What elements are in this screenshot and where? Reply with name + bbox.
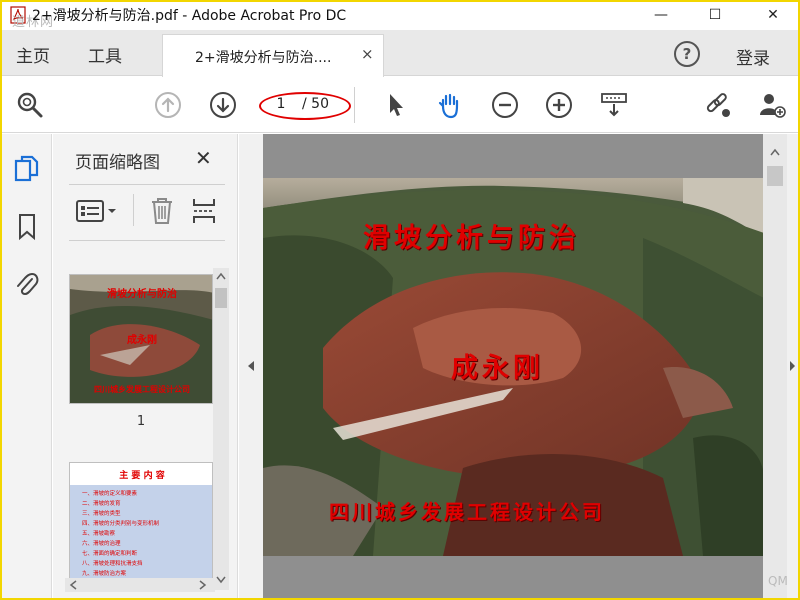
close-tab-button[interactable]: × <box>361 45 374 63</box>
thumbnail-1-image: 滑坡分析与防治 成永刚 四川城乡发展工程设计公司 <box>70 275 212 403</box>
svg-text:滑坡分析与防治: 滑坡分析与防治 <box>107 287 177 300</box>
page-thumbnails-icon[interactable] <box>13 154 41 184</box>
insert-page-icon[interactable] <box>191 196 217 226</box>
toolbar-divider <box>354 87 355 123</box>
tab-bar: 主页 工具 2+滑坡分析与防治.... × ? 登录 <box>2 30 798 77</box>
thumbnail-2-item: 七、滑面的确定和判断 <box>82 549 138 557</box>
thumbnail-1-number: 1 <box>136 414 146 429</box>
close-panel-button[interactable]: ✕ <box>195 146 212 170</box>
scroll-left-arrow-icon[interactable] <box>69 580 77 590</box>
panel-title: 页面缩略图 <box>75 153 160 173</box>
doc-scroll-up-icon[interactable] <box>770 148 780 156</box>
sign-in-button[interactable]: 登录 <box>736 44 770 69</box>
tools-tab[interactable]: 工具 <box>88 42 122 67</box>
slide-company: 四川城乡发展工程设计公司 <box>329 500 605 524</box>
current-page-input[interactable]: 1 <box>264 96 298 112</box>
scroll-up-arrow-icon[interactable] <box>216 272 226 280</box>
document-view[interactable]: 滑坡分析与防治 成永刚 四川城乡发展工程设计公司 <box>239 134 798 598</box>
thumbnail-2-item: 二、滑坡的发育 <box>82 499 121 507</box>
share-link-icon[interactable] <box>704 91 732 119</box>
panel-divider <box>69 184 225 185</box>
slide-author: 成永刚 <box>451 353 544 384</box>
left-rail <box>2 134 52 598</box>
attachments-icon[interactable] <box>13 270 41 300</box>
bookmarks-icon[interactable] <box>13 212 41 242</box>
document-tab[interactable]: 2+滑坡分析与防治.... × <box>162 34 384 77</box>
thumbnail-horizontal-scrollbar[interactable] <box>65 578 215 592</box>
svg-text:成永刚: 成永刚 <box>127 333 157 346</box>
thumbnail-2-item: 八、滑坡处理和抗滑支挡 <box>82 559 143 567</box>
thumbnail-2-item: 五、滑坡勘察 <box>82 529 116 537</box>
expand-right-arrow-icon[interactable] <box>789 360 796 372</box>
panel-toolbar-divider <box>133 194 134 226</box>
document-scrollbar[interactable] <box>763 134 787 598</box>
app-window: 道林网 2+滑坡分析与防治.pdf - Adobe Acrobat Pro DC… <box>0 0 800 600</box>
help-icon[interactable]: ? <box>674 41 700 67</box>
minimize-button[interactable]: — <box>638 2 684 28</box>
page-thumbnails-panel: 页面缩略图 ✕ 滑坡分析与防治 成永刚 四川城乡发展工程设计公司 1 主 要 内… <box>53 134 238 598</box>
thumbnail-2-item: 四、滑坡的分类判别与变形机制 <box>82 519 160 527</box>
total-pages: / 50 <box>302 96 329 112</box>
document-tab-label: 2+滑坡分析与防治.... <box>195 50 332 66</box>
maximize-button[interactable]: ☐ <box>692 2 738 28</box>
thumbnail-2-item: 一、滑坡的定义和要素 <box>82 489 138 497</box>
slide-title: 滑坡分析与防治 <box>363 223 580 254</box>
title-bar: 道林网 2+滑坡分析与防治.pdf - Adobe Acrobat Pro DC… <box>2 2 798 30</box>
add-user-icon[interactable] <box>758 91 786 119</box>
pdf-page-1[interactable]: 滑坡分析与防治 成永刚 四川城乡发展工程设计公司 <box>263 178 764 556</box>
zoom-out-icon[interactable] <box>491 91 519 119</box>
svg-text:四川城乡发展工程设计公司: 四川城乡发展工程设计公司 <box>94 384 190 394</box>
thumbnail-options-icon[interactable] <box>75 198 119 224</box>
thumbnail-scrollbar[interactable] <box>213 268 229 590</box>
hand-tool-icon[interactable] <box>436 91 464 119</box>
panel-divider <box>69 240 225 241</box>
page-up-icon[interactable] <box>154 91 182 119</box>
thumbnail-scrollbar-thumb[interactable] <box>215 288 227 308</box>
collapse-left-panel-strip[interactable] <box>239 134 263 598</box>
toolbar: 1 / 50 <box>2 77 798 133</box>
home-tab[interactable]: 主页 <box>16 42 50 67</box>
scroll-right-arrow-icon[interactable] <box>199 580 207 590</box>
thumbnail-2-item: 三、滑坡的类型 <box>82 509 121 517</box>
scroll-down-arrow-icon[interactable] <box>216 576 226 584</box>
page-down-icon[interactable] <box>209 91 237 119</box>
thumbnail-2-item: 九、滑坡防治方案 <box>82 569 127 577</box>
close-window-button[interactable]: ✕ <box>750 2 796 28</box>
thumbnail-2-heading: 主 要 内 容 <box>119 469 164 481</box>
page-thumbnail-2[interactable]: 主 要 内 容 一、滑坡的定义和要素 二、滑坡的发育 三、滑坡的类型四、滑坡的分类判… <box>69 462 213 584</box>
zoom-in-icon[interactable] <box>545 91 573 119</box>
scroll-mode-icon[interactable] <box>600 91 628 119</box>
thumbnail-2-item: 六、滑坡的治理 <box>82 539 121 547</box>
corner-watermark: QM <box>768 574 788 588</box>
thumbnail-2-image: 主 要 内 容 一、滑坡的定义和要素二、滑坡的发育三、滑坡的类型四、滑坡的分类判… <box>70 463 212 583</box>
search-icon[interactable] <box>16 91 44 119</box>
collapse-left-arrow-icon[interactable] <box>247 360 255 372</box>
select-pointer-icon[interactable] <box>382 91 410 119</box>
delete-page-icon[interactable] <box>149 196 175 226</box>
collapse-right-panel-strip[interactable] <box>787 134 798 598</box>
document-scrollbar-thumb[interactable] <box>767 166 783 186</box>
window-title: 2+滑坡分析与防治.pdf - Adobe Acrobat Pro DC <box>32 8 347 24</box>
page-thumbnail-1[interactable]: 滑坡分析与防治 成永刚 四川城乡发展工程设计公司 <box>69 274 213 404</box>
thumbnail-list: 滑坡分析与防治 成永刚 四川城乡发展工程设计公司 1 主 要 内 容 一、滑坡的… <box>53 244 238 598</box>
